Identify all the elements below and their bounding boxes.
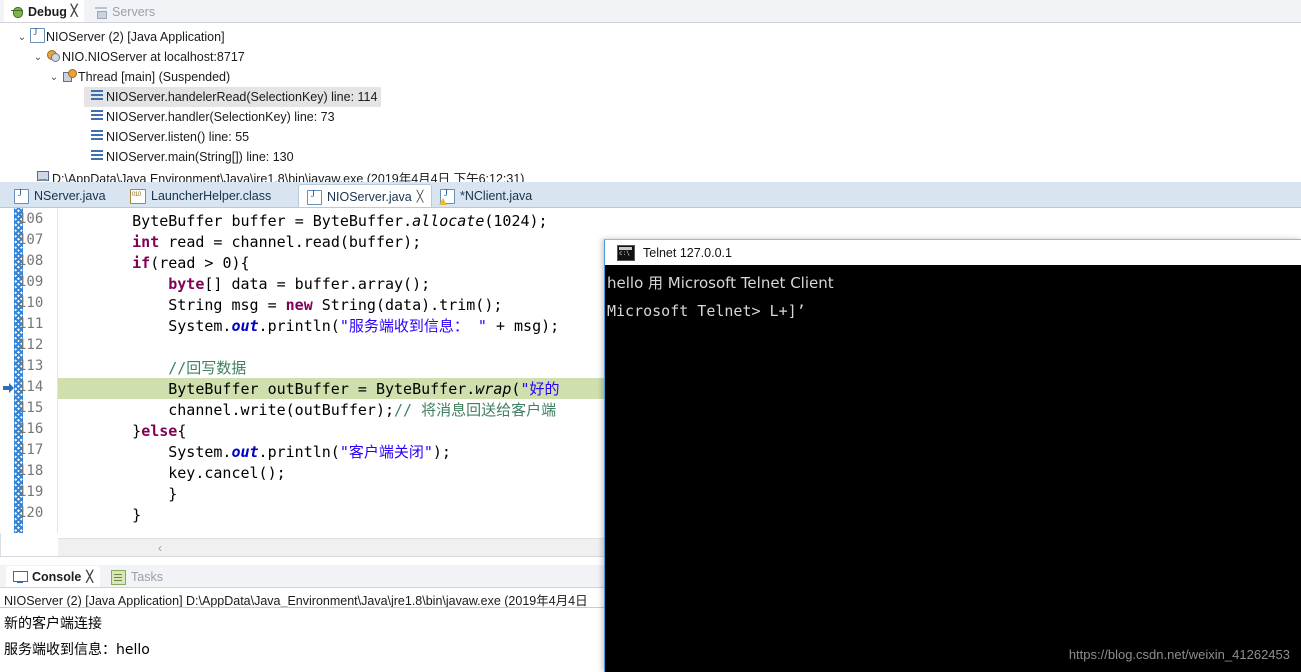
tab-tasks[interactable]: Tasks — [104, 566, 170, 588]
code-line[interactable]: }else{ — [60, 421, 186, 441]
editor-tab-label: NIOServer.java — [327, 190, 412, 204]
stack-frame-row[interactable]: NIOServer.listen() line: 55 — [88, 127, 249, 147]
code-line[interactable]: } — [60, 484, 177, 504]
tree-item-label: NIOServer (2) [Java Application] — [46, 30, 225, 44]
code-line[interactable]: System.out.println("客户端关闭"); — [60, 442, 451, 462]
stack-frame-label: NIOServer.listen() line: 55 — [106, 130, 250, 144]
thread-icon — [60, 69, 78, 85]
line-number: 111 — [18, 316, 44, 332]
debug-target-icon — [44, 49, 62, 65]
telnet-line: Microsoft Telnet> L+]’ — [607, 302, 806, 320]
java-file-warning-icon — [439, 188, 455, 205]
console-output-line: 新的客户端连接 — [4, 616, 102, 632]
line-number: 116 — [18, 421, 44, 437]
editor-tabbar: NServer.java LauncherHelper.class NIOSer… — [0, 182, 1301, 209]
code-line[interactable]: byte[] data = buffer.array(); — [60, 274, 430, 294]
stack-frame-label: NIOServer.handler(SelectionKey) line: 73 — [106, 110, 335, 124]
java-file-icon — [307, 189, 322, 205]
bug-icon — [10, 5, 24, 19]
tab-servers-label: Servers — [112, 4, 156, 19]
editor-tab-label: NServer.java — [34, 189, 106, 203]
stack-frame-selected[interactable]: NIOServer.handelerRead(SelectionKey) lin… — [84, 87, 382, 107]
stack-frame-icon — [88, 150, 106, 164]
java-file-icon — [14, 188, 29, 204]
line-number: 106 — [18, 211, 44, 227]
tabbar-divider — [0, 22, 1301, 23]
close-icon[interactable]: ╳ — [86, 571, 93, 583]
line-number: 113 — [18, 358, 44, 374]
gutter-divider — [57, 208, 58, 533]
code-line[interactable]: key.cancel(); — [60, 463, 285, 483]
tab-tasks-label: Tasks — [131, 570, 163, 584]
telnet-titlebar[interactable]: Telnet 127.0.0.1 — [605, 240, 1301, 265]
stack-frame-row[interactable]: NIOServer.handler(SelectionKey) line: 73 — [88, 107, 335, 127]
console-output-line: 服务端收到信息：hello — [4, 642, 150, 658]
code-line[interactable]: } — [60, 505, 141, 525]
tab-nclient-java[interactable]: *NClient.java — [432, 184, 540, 208]
code-line[interactable]: ByteBuffer buffer = ByteBuffer.allocate(… — [60, 211, 547, 231]
java-application-icon — [28, 27, 46, 46]
stack-frame-label: NIOServer.main(String[]) line: 130 — [106, 150, 294, 164]
debug-stack-tree[interactable]: ⌄ NIOServer (2) [Java Application] ⌄ NIO… — [0, 24, 1301, 186]
line-number: 107 — [18, 232, 44, 248]
class-file-icon — [130, 188, 146, 204]
code-line[interactable]: channel.write(outBuffer);// 将消息回送给客户端 — [60, 400, 556, 420]
servers-icon — [94, 5, 108, 19]
line-number: 120 — [18, 505, 44, 521]
close-icon[interactable]: ╳ — [417, 191, 424, 203]
debug-view-tabbar: Debug ╳ Servers — [0, 0, 1301, 23]
code-line[interactable]: String msg = new String(data).trim(); — [60, 295, 502, 315]
tasks-icon — [111, 569, 126, 585]
chevron-down-icon[interactable]: ⌄ — [48, 72, 60, 83]
line-number: 114 — [18, 379, 44, 395]
execution-pointer-icon — [3, 383, 14, 393]
tree-item-thread[interactable]: ⌄ Thread [main] (Suspended) — [48, 67, 230, 87]
tab-nioserver-java[interactable]: NIOServer.java ╳ — [298, 184, 433, 209]
code-line[interactable]: ByteBuffer outBuffer = ByteBuffer.wrap("… — [60, 379, 559, 399]
line-number: 110 — [18, 295, 44, 311]
tree-item-label: Thread [main] (Suspended) — [78, 70, 231, 84]
line-number: 108 — [18, 253, 44, 269]
telnet-console-output[interactable]: hello 用 Microsoft Telnet Client Microsof… — [605, 265, 1301, 672]
tab-console-label: Console — [32, 570, 82, 584]
telnet-title: Telnet 127.0.0.1 — [643, 245, 732, 260]
tree-item-debug-target[interactable]: ⌄ NIO.NIOServer at localhost:8717 — [32, 47, 245, 67]
tab-launcherhelper-class[interactable]: LauncherHelper.class — [122, 184, 279, 208]
line-number: 112 — [18, 337, 44, 353]
scroll-left-icon[interactable]: ‹ — [158, 541, 162, 555]
code-line[interactable]: if(read > 0){ — [60, 253, 249, 273]
line-number: 115 — [18, 400, 44, 416]
console-icon — [13, 571, 28, 583]
stack-frame-icon — [88, 110, 106, 124]
tab-console[interactable]: Console ╳ — [6, 566, 100, 588]
tab-debug[interactable]: Debug ╳ — [4, 0, 84, 23]
chevron-down-icon[interactable]: ⌄ — [32, 52, 44, 63]
editor-tab-label: *NClient.java — [460, 189, 533, 203]
stack-frame-icon — [88, 90, 106, 104]
code-line[interactable]: int read = channel.read(buffer); — [60, 232, 421, 252]
tree-item-label: NIO.NIOServer at localhost:8717 — [62, 50, 245, 64]
tab-debug-label: Debug — [28, 4, 67, 19]
chevron-down-icon[interactable]: ⌄ — [16, 32, 28, 43]
telnet-line: hello 用 Microsoft Telnet Client — [607, 274, 834, 292]
editor-tab-label: LauncherHelper.class — [151, 189, 272, 203]
tree-item-launch[interactable]: ⌄ NIOServer (2) [Java Application] — [16, 27, 225, 47]
debug-view: Debug ╳ Servers ⌄ NIOServer (2) [Java Ap… — [0, 0, 1301, 186]
telnet-window[interactable]: Telnet 127.0.0.1 hello 用 Microsoft Telne… — [604, 239, 1301, 672]
tab-nserver-java[interactable]: NServer.java — [6, 184, 114, 208]
stack-frame-icon — [88, 130, 106, 144]
code-line[interactable]: System.out.println("服务端收到信息： " + msg); — [60, 316, 559, 336]
tab-servers[interactable]: Servers — [88, 0, 161, 23]
editor-gutter[interactable]: 106 107 108 109 110 111 112 113 114 115 116 117 118 1… — [0, 208, 58, 533]
close-icon[interactable]: ╳ — [71, 6, 78, 17]
code-line[interactable]: //回写数据 — [60, 358, 246, 378]
stack-frame-label: NIOServer.handelerRead(SelectionKey) lin… — [106, 90, 378, 104]
console-app-icon — [617, 244, 635, 261]
line-number: 119 — [18, 484, 44, 500]
stack-frame-row[interactable]: NIOServer.main(String[]) line: 130 — [88, 147, 294, 167]
line-number: 117 — [18, 442, 44, 458]
line-number: 118 — [18, 463, 44, 479]
line-number: 109 — [18, 274, 44, 290]
watermark-url: https://blog.csdn.net/weixin_41262453 — [1068, 647, 1290, 662]
